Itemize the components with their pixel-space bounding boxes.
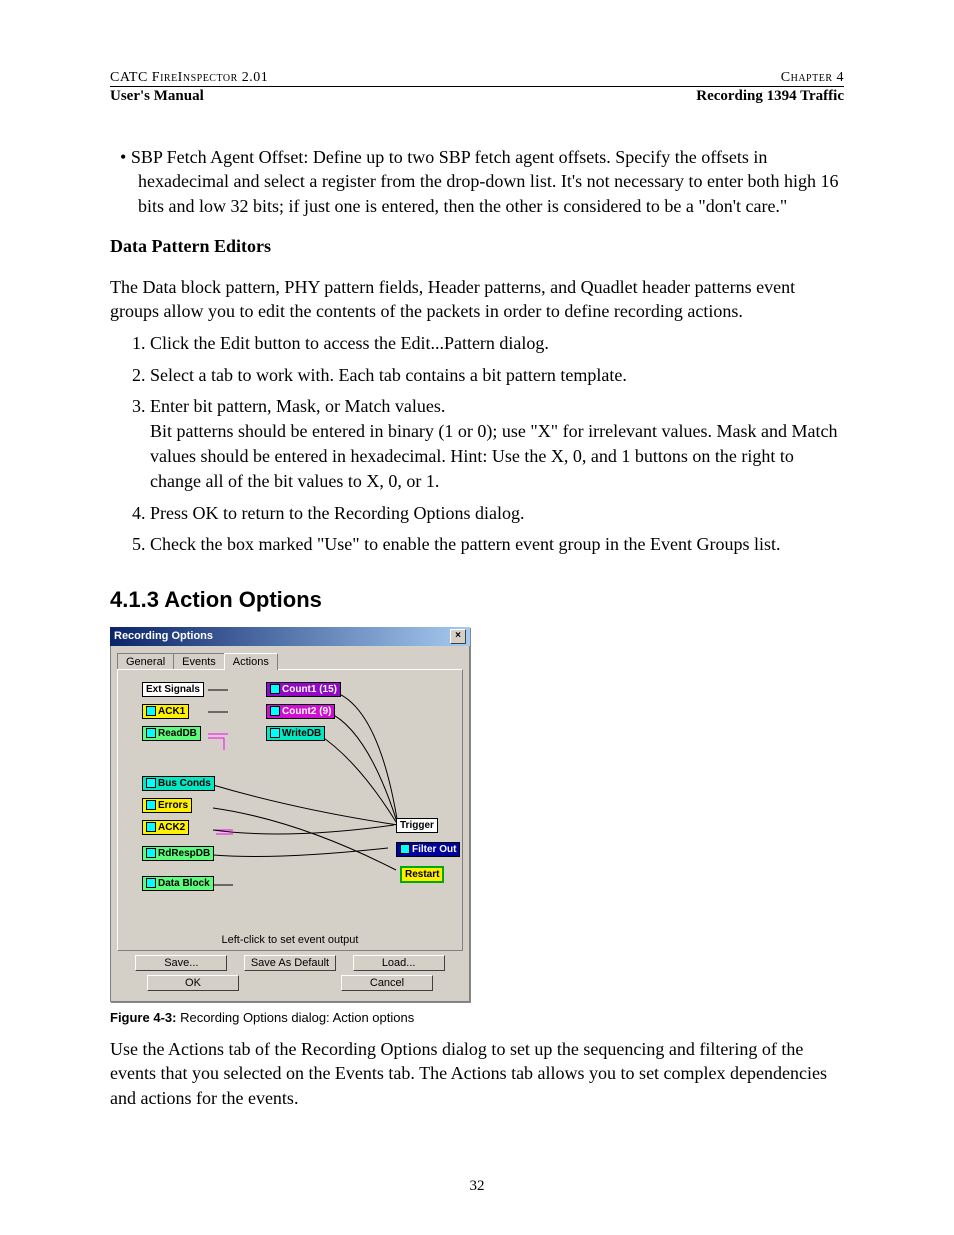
load-button[interactable]: Load... (353, 955, 445, 971)
event-ack1[interactable]: ACK1 (142, 704, 189, 719)
button-row-1: Save... Save As Default Load... (117, 951, 463, 975)
step-2: Select a tab to work with. Each tab cont… (150, 363, 844, 388)
event-readdb[interactable]: ReadDB (142, 726, 201, 741)
header-product: CATC FireInspector 2.01 (110, 70, 268, 86)
header-manual: User's Manual (110, 88, 204, 105)
panel-hint: Left-click to set event output (118, 934, 462, 946)
action-restart[interactable]: Restart (400, 866, 444, 883)
dot-icon (146, 822, 156, 832)
steps-list: Click the Edit button to access the Edit… (110, 331, 844, 557)
para-closing: Use the Actions tab of the Recording Opt… (110, 1037, 844, 1110)
step-3-b: Bit patterns should be entered in binary… (150, 421, 838, 491)
header-section: Recording 1394 Traffic (696, 88, 844, 105)
step-5: Check the box marked "Use" to enable the… (150, 532, 844, 557)
action-filter-out[interactable]: Filter Out (396, 842, 460, 857)
figure-recording-options: Recording Options × General Events Actio… (110, 627, 844, 1025)
dot-icon (146, 878, 156, 888)
event-writedb[interactable]: WriteDB (266, 726, 325, 741)
bullet-sbp-offset: SBP Fetch Agent Offset: Define up to two… (138, 145, 844, 218)
event-errors[interactable]: Errors (142, 798, 192, 813)
figure-number: Figure 4-3: (110, 1010, 176, 1025)
event-ext-signals[interactable]: Ext Signals (142, 682, 204, 697)
dialog-titlebar[interactable]: Recording Options × (110, 627, 470, 646)
event-ack2[interactable]: ACK2 (142, 820, 189, 835)
close-icon[interactable]: × (450, 629, 466, 644)
actions-panel[interactable]: Ext Signals ACK1 ReadDB Bus Conds Errors… (117, 669, 463, 951)
dot-icon (146, 778, 156, 788)
button-row-2: OK Cancel (117, 975, 463, 995)
dialog-title: Recording Options (114, 630, 213, 642)
dot-icon (146, 728, 156, 738)
dialog-body: General Events Actions (110, 646, 470, 1002)
step-4: Press OK to return to the Recording Opti… (150, 501, 844, 526)
action-trigger[interactable]: Trigger (396, 818, 438, 833)
tab-general[interactable]: General (117, 653, 174, 670)
dot-icon (146, 848, 156, 858)
dot-icon (146, 706, 156, 716)
dot-icon (270, 684, 280, 694)
tab-bar: General Events Actions (117, 652, 463, 669)
header-sub: User's Manual Recording 1394 Traffic (110, 86, 844, 105)
counter-count2[interactable]: Count2 (9) (266, 704, 335, 719)
step-1: Click the Edit button to access the Edit… (150, 331, 844, 356)
event-rdrespdb[interactable]: RdRespDB (142, 846, 214, 861)
dialog-recording-options: Recording Options × General Events Actio… (110, 627, 470, 1002)
figure-caption-text: Recording Options dialog: Action options (176, 1010, 414, 1025)
step-3-a: Enter bit pattern, Mask, or Match values… (150, 396, 445, 416)
dot-icon (400, 844, 410, 854)
heading-data-pattern-editors: Data Pattern Editors (110, 236, 844, 257)
page-number: 32 (470, 1178, 485, 1195)
cancel-button[interactable]: Cancel (341, 975, 433, 991)
heading-action-options: 4.1.3 Action Options (110, 587, 844, 613)
ok-button[interactable]: OK (147, 975, 239, 991)
header-top: CATC FireInspector 2.01 Chapter 4 (110, 70, 844, 86)
dot-icon (270, 728, 280, 738)
dot-icon (146, 800, 156, 810)
figure-caption: Figure 4-3: Recording Options dialog: Ac… (110, 1010, 844, 1025)
counter-count1[interactable]: Count1 (15) (266, 682, 341, 697)
para-dp-intro: The Data block pattern, PHY pattern fiel… (110, 275, 844, 324)
event-data-block[interactable]: Data Block (142, 876, 214, 891)
tab-events[interactable]: Events (173, 653, 225, 670)
tab-actions[interactable]: Actions (224, 653, 278, 670)
dot-icon (270, 706, 280, 716)
header-chapter: Chapter 4 (781, 70, 844, 86)
save-button[interactable]: Save... (135, 955, 227, 971)
save-default-button[interactable]: Save As Default (244, 955, 336, 971)
event-bus-conds[interactable]: Bus Conds (142, 776, 215, 791)
step-3: Enter bit pattern, Mask, or Match values… (150, 394, 844, 495)
